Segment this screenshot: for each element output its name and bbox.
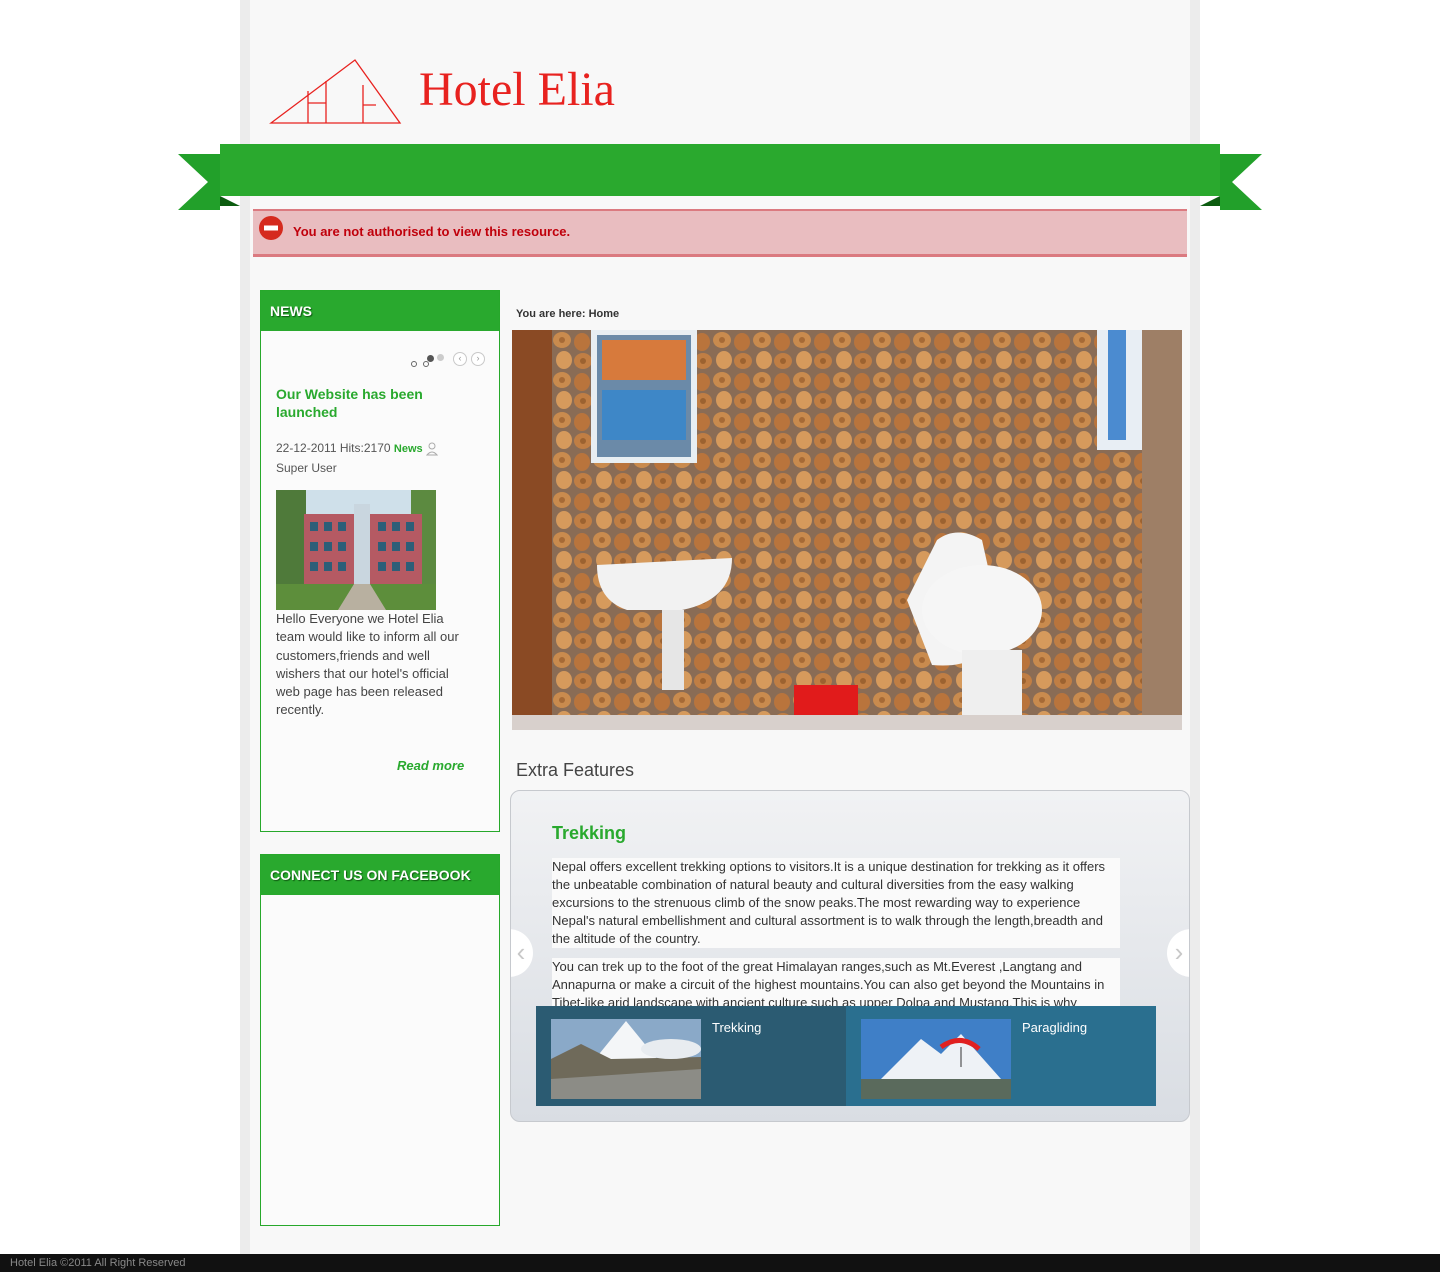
slider-dot-active[interactable] — [427, 355, 434, 362]
news-module: NEWS ‹ › Our Website has been launched 2… — [260, 290, 500, 832]
thumb-trekking[interactable]: Trekking — [536, 1006, 847, 1106]
news-hits: Hits:2170 — [339, 441, 391, 455]
slider-dot[interactable] — [423, 361, 429, 367]
breadcrumb-home-link[interactable]: Home — [589, 308, 620, 320]
site-title[interactable]: Hotel Elia — [419, 62, 615, 118]
features-slider: Trekking Nepal offers excellent trekking… — [510, 790, 1190, 1122]
news-date: 22-12-2011 — [276, 441, 337, 455]
error-message: You are not authorised to view this reso… — [293, 224, 571, 239]
read-more-link[interactable]: Read more — [397, 758, 464, 773]
slider-prev-icon[interactable]: ‹ — [453, 352, 467, 366]
facebook-module: CONNECT US ON FACEBOOK — [260, 854, 500, 1226]
no-entry-icon — [259, 216, 283, 240]
hotel-logo[interactable] — [268, 55, 404, 127]
breadcrumb: You are here: Home — [516, 308, 619, 320]
footer: Hotel Elia ©2011 All Right Reserved — [0, 1254, 1440, 1272]
extra-features-title: Extra Features — [516, 760, 635, 780]
green-ribbon-banner — [178, 144, 1262, 210]
paragliding-thumbnail-image — [861, 1019, 1011, 1099]
slider-next-icon[interactable]: › — [471, 352, 485, 366]
hotel-building-photo[interactable] — [276, 490, 436, 610]
news-slider-controls: ‹ › — [407, 349, 497, 369]
news-category-link[interactable]: News — [394, 443, 423, 455]
feature-title: Trekking — [552, 823, 627, 843]
trekking-thumbnail-image — [551, 1019, 701, 1099]
slider-dot[interactable] — [437, 354, 444, 361]
feature-thumbnails: Trekking Paragliding — [536, 1006, 1156, 1106]
news-article-title[interactable]: Our Website has been launched — [276, 385, 476, 421]
news-article-meta: 22-12-2011 Hits:2170 News Super User — [276, 439, 476, 478]
thumb-label: Paragliding — [1022, 1020, 1088, 1035]
facebook-heading: CONNECT US ON FACEBOOK — [261, 855, 499, 895]
thumb-label: Trekking — [712, 1020, 762, 1035]
news-heading: NEWS — [261, 291, 499, 331]
news-author: Super User — [276, 461, 337, 475]
feature-paragraph-1: Nepal offers excellent trekking options … — [552, 858, 1120, 948]
slider-next-button[interactable]: › — [1167, 929, 1189, 977]
feature-paragraph-2: You can trek up to the foot of the great… — [552, 958, 1120, 1006]
footer-copyright: Hotel Elia ©2011 All Right Reserved — [10, 1257, 186, 1269]
news-article-body: Hello Everyone we Hotel Elia team would … — [276, 611, 459, 718]
slider-dot[interactable] — [411, 361, 417, 367]
error-alert: You are not authorised to view this reso… — [253, 209, 1187, 257]
bathroom-photo — [512, 330, 1182, 730]
thumb-paragliding[interactable]: Paragliding — [846, 1006, 1156, 1106]
user-icon — [425, 442, 438, 456]
slider-prev-button[interactable]: ‹ — [511, 929, 533, 977]
breadcrumb-label: You are here: — [516, 308, 586, 320]
